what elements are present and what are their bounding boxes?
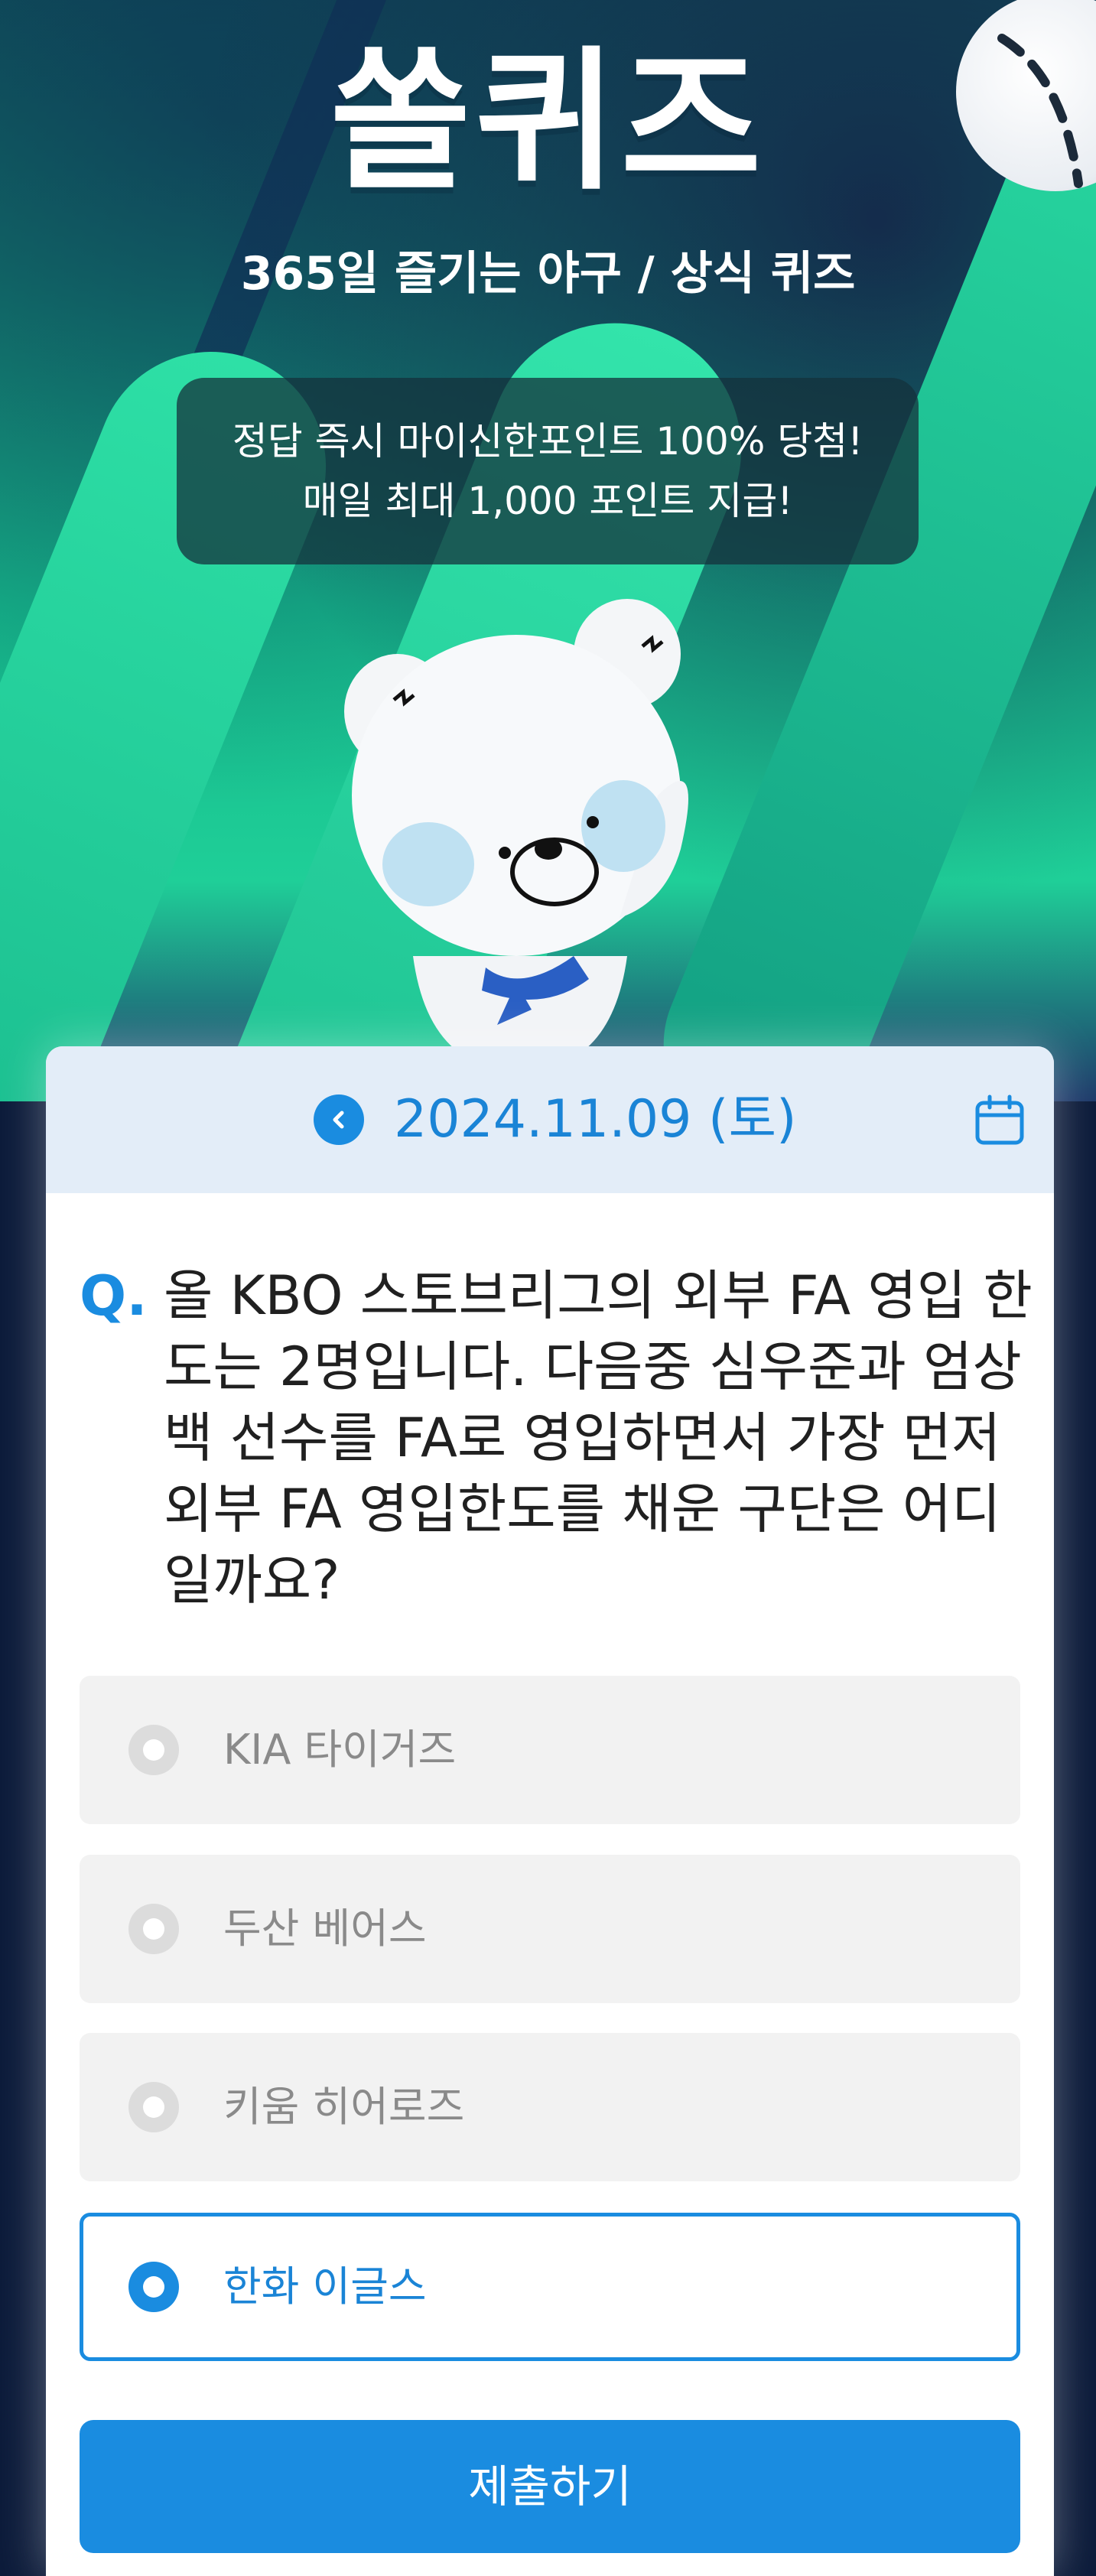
answer-option-selected[interactable]: 한화 이글스 [80,2213,1020,2361]
quiz-date: 2024.11.09 (토) [394,1089,797,1150]
answer-option-label: 두산 베어스 [223,1904,427,1953]
page-title: 쏠퀴즈 [330,33,766,211]
question-marker: Q. [80,1264,148,1328]
question-text: 올 KBO 스토브리그의 외부 FA 영입 한도는 2명입니다. 다음중 심우준… [164,1264,1033,1612]
answer-option-label: 키움 히어로즈 [223,2083,465,2131]
promo-line: 매일 최대 1,000 포인트 지급! [302,479,793,523]
page-subtitle: 365일 즐기는 야구 / 상식 퀴즈 [240,247,856,301]
chevron-left-icon[interactable] [314,1094,364,1145]
calendar-icon[interactable] [973,1094,1026,1147]
promo-line: 정답 즉시 마이신한포인트 100% 당첨! [232,419,863,463]
quiz-card: 2024.11.09 (토) Q. 올 KBO 스토브리그의 외부 FA 영입 … [46,1046,1054,2576]
answer-option[interactable]: 키움 히어로즈 [80,2033,1020,2181]
radio-button-selected[interactable] [128,2262,179,2312]
date-bar: 2024.11.09 (토) [46,1046,1054,1193]
bear-mascot-icon [344,599,688,1055]
answer-option[interactable]: KIA 타이거즈 [80,1676,1020,1824]
answer-option-label: 한화 이글스 [223,2262,427,2311]
answer-option[interactable]: 두산 베어스 [80,1855,1020,2003]
promo-banner: 정답 즉시 마이신한포인트 100% 당첨! 매일 최대 1,000 포인트 지… [177,378,919,564]
radio-button[interactable] [128,1904,179,1954]
radio-button[interactable] [128,2082,179,2132]
submit-button[interactable]: 제출하기 [80,2420,1020,2553]
radio-button[interactable] [128,1725,179,1775]
answer-option-label: KIA 타이거즈 [223,1725,457,1774]
hero-banner: 쏠퀴즈 365일 즐기는 야구 / 상식 퀴즈 정답 즉시 마이신한포인트 10… [0,0,1096,1101]
